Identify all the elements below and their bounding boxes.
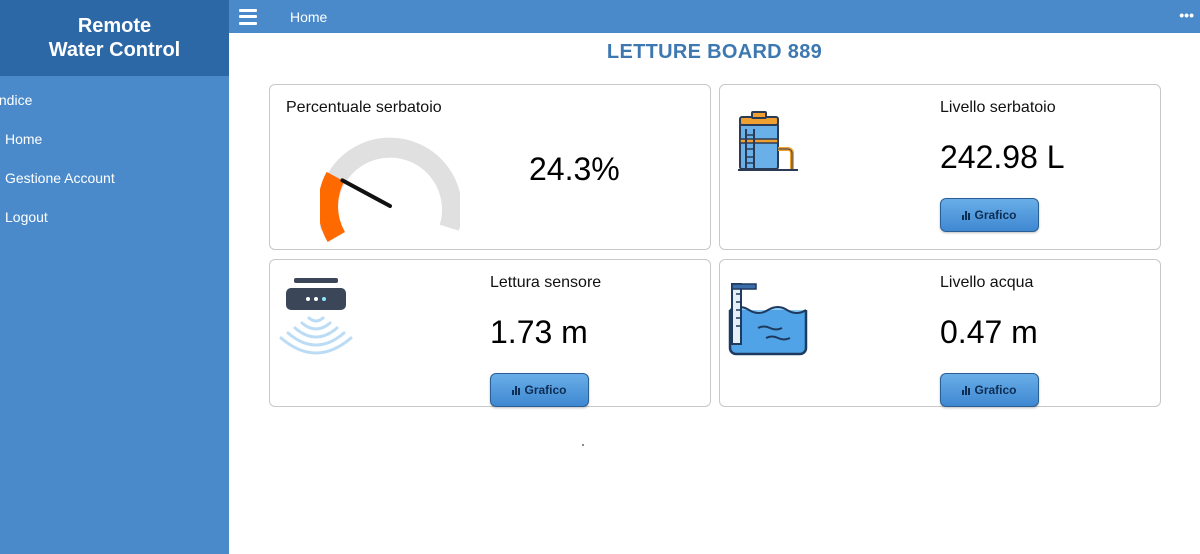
- card-title: Percentuale serbatoio: [286, 99, 442, 116]
- grafico-button-label: Grafico: [974, 208, 1017, 222]
- page-title: LETTURE BOARD 889: [606, 41, 823, 63]
- card-value: 0.47 m: [940, 314, 1038, 350]
- card-lettura-sensore: Lettura sensore 1.73 m Grafico: [269, 259, 711, 407]
- water-level-icon: [728, 283, 808, 356]
- bar-chart-icon: [512, 385, 521, 395]
- card-title: Lettura sensore: [490, 274, 602, 291]
- card-value: 24.3%: [529, 151, 620, 187]
- sidebar-item-logout[interactable]: Logout: [0, 190, 229, 229]
- sidebar-item-gestione-account[interactable]: Gestione Account: [0, 151, 229, 190]
- app-brand-line2: Water Control: [48, 39, 181, 61]
- sidebar-menu: Indice Home Gestione Account Logout: [0, 88, 229, 229]
- bar-chart-icon: [962, 385, 971, 395]
- water-tank-icon: [738, 111, 798, 171]
- card-value: 1.73 m: [490, 314, 588, 350]
- grafico-button-label: Grafico: [974, 383, 1017, 397]
- grafico-button[interactable]: Grafico: [490, 373, 589, 407]
- app-brand: Remote Water Control: [0, 0, 229, 76]
- more-dots-icon[interactable]: •••: [1179, 7, 1194, 23]
- card-title: Livello serbatoio: [940, 99, 1056, 116]
- card-livello-acqua: Livello acqua 0.47 m Grafico: [719, 259, 1161, 407]
- main-content: LETTURE BOARD 889 Percentuale serbatoio …: [229, 33, 1200, 554]
- bar-chart-icon: [962, 210, 971, 220]
- topbar-title: Home: [290, 8, 328, 25]
- hamburger-icon[interactable]: [239, 8, 257, 25]
- card-livello-serbatoio: Livello serbatoio 242.98 L Grafico: [719, 84, 1161, 250]
- sidebar: Remote Water Control Indice Home Gestion…: [0, 0, 229, 554]
- sidebar-menu-title: Indice: [0, 92, 33, 108]
- ultrasonic-sensor-icon: [279, 278, 353, 355]
- grafico-button-label: Grafico: [524, 383, 567, 397]
- grafico-button[interactable]: Grafico: [940, 373, 1039, 407]
- grafico-button[interactable]: Grafico: [940, 198, 1039, 232]
- card-value: 242.98 L: [940, 139, 1065, 175]
- stray-dot: [582, 444, 584, 446]
- topbar: Home •••: [229, 0, 1200, 33]
- card-title: Livello acqua: [940, 274, 1034, 291]
- gauge-icon: [320, 137, 460, 242]
- app-brand-line1: Remote: [77, 15, 152, 37]
- sidebar-item-home[interactable]: Home: [0, 112, 229, 151]
- card-percentuale-serbatoio: Percentuale serbatoio 24.3%: [269, 84, 711, 250]
